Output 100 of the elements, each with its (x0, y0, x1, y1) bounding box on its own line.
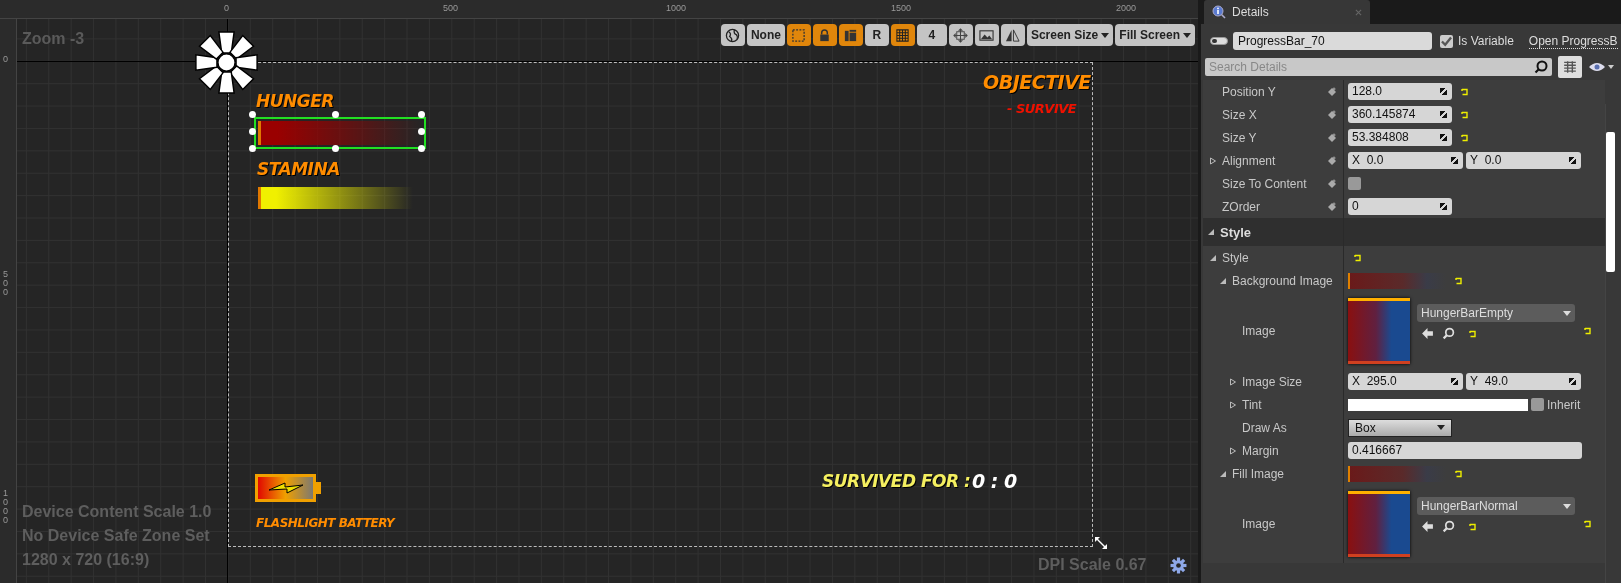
texture-thumbnail[interactable] (1348, 298, 1410, 364)
reset-icon[interactable] (1469, 522, 1477, 531)
expand-arrow-icon[interactable] (1209, 156, 1217, 165)
number-field[interactable]: X 0.0 (1348, 152, 1463, 169)
toolbar-toggle[interactable] (812, 24, 837, 46)
checkbox[interactable] (1531, 398, 1544, 411)
grid-icon (895, 27, 911, 43)
toolbar-toggle[interactable] (948, 24, 973, 46)
resize-handle[interactable] (418, 111, 425, 118)
expand-arrow-icon[interactable] (1229, 377, 1237, 386)
layout-icon (843, 27, 859, 43)
binding-icon[interactable] (1327, 86, 1337, 97)
number-field[interactable]: X 295.0 (1348, 373, 1463, 390)
toolbar-dropdown[interactable]: None (746, 24, 785, 46)
resize-handle[interactable] (249, 145, 256, 152)
number-field[interactable]: 53.384808 (1348, 129, 1452, 146)
resize-icon[interactable] (1093, 535, 1109, 551)
bar-label: STAMINA (257, 159, 340, 179)
property-label: Size X (1222, 107, 1257, 122)
texture-thumbnail[interactable] (1348, 491, 1410, 557)
number-field[interactable]: Y 49.0 (1466, 373, 1581, 390)
toolbar-toggle[interactable] (838, 24, 863, 46)
property-label: Image (1242, 517, 1276, 531)
arrow-left-icon[interactable] (1421, 327, 1434, 340)
property-label: ZOrder (1222, 199, 1260, 214)
property-label: Margin (1242, 443, 1279, 458)
timer-label: SURVIVED FOR : (822, 471, 971, 491)
info-text: No Device Safe Zone Set (22, 526, 211, 545)
search-icon[interactable] (1442, 520, 1455, 533)
reset-icon[interactable] (1354, 253, 1362, 262)
search-icon[interactable] (1442, 327, 1455, 340)
collapse-arrow-icon[interactable] (1219, 469, 1227, 478)
expand-arrow-icon[interactable] (1229, 446, 1237, 455)
reset-icon[interactable] (1469, 329, 1477, 338)
asset-dropdown[interactable]: HungerBarEmpty (1417, 304, 1575, 322)
reset-icon[interactable] (1584, 327, 1592, 335)
ruler-label: 0 (3, 55, 9, 64)
property-label: Style (1220, 224, 1252, 240)
binding-icon[interactable] (1327, 178, 1337, 189)
toolbar-dropdown[interactable]: 4 (916, 24, 947, 46)
expand-arrow-icon[interactable] (1229, 400, 1237, 409)
reset-icon[interactable] (1461, 110, 1469, 119)
resize-handle[interactable] (332, 111, 339, 118)
asset-dropdown[interactable]: HungerBarNormal (1417, 497, 1575, 515)
collapse-arrow-icon[interactable] (1219, 276, 1227, 285)
timer-value: 0 : 0 (972, 470, 1017, 492)
details-tab[interactable]: Details (1204, 0, 1370, 24)
designer-canvas[interactable] (0, 0, 1198, 583)
eye-icon[interactable] (1588, 61, 1614, 73)
toolbar-toggle[interactable] (890, 24, 915, 46)
toolbar-toggle[interactable] (786, 24, 811, 46)
toolbar-toggle[interactable]: R (864, 24, 889, 46)
reset-icon[interactable] (1461, 133, 1469, 142)
toolbar-toggle[interactable] (1000, 24, 1025, 46)
mirror-icon (1005, 27, 1021, 43)
collapse-arrow-icon[interactable] (1209, 253, 1217, 262)
info-icon (1212, 5, 1226, 19)
info-text: 1280 x 720 (16:9) (22, 550, 151, 569)
binding-icon[interactable] (1327, 201, 1337, 212)
number-field[interactable]: 128.0 (1348, 83, 1452, 100)
battery-label: FLASHLIGHT BATTERY (256, 516, 395, 530)
resize-handle[interactable] (249, 111, 256, 118)
toolbar-toggle[interactable] (720, 24, 745, 46)
binding-icon[interactable] (1327, 155, 1337, 166)
settings-icon[interactable] (1170, 557, 1187, 574)
color-swatch[interactable] (1348, 398, 1528, 411)
resize-handle[interactable] (332, 145, 339, 152)
toolbar-dropdown[interactable]: Fill Screen (1115, 24, 1195, 46)
binding-icon[interactable] (1327, 132, 1337, 143)
scrollbar-thumb[interactable] (1606, 132, 1615, 272)
widget-name-field[interactable]: ProgressBar_70 (1233, 32, 1432, 50)
list-icon (1563, 60, 1577, 74)
resize-handle[interactable] (249, 128, 256, 135)
number-field[interactable]: Y 0.0 (1466, 152, 1581, 169)
toolbar-dropdown[interactable]: Screen Size (1026, 24, 1114, 46)
checkbox[interactable] (1440, 34, 1453, 48)
resize-handle[interactable] (418, 145, 425, 152)
open-link[interactable]: Open ProgressB (1528, 33, 1618, 49)
number-field[interactable]: 360.145874 (1348, 106, 1452, 123)
reset-icon[interactable] (1461, 87, 1469, 96)
caret-icon (1183, 32, 1191, 38)
anchor-icon[interactable] (194, 30, 259, 95)
number-field[interactable]: 0 (1348, 198, 1452, 215)
property-label: Style (1222, 250, 1249, 265)
reset-icon[interactable] (1455, 469, 1463, 478)
number-field[interactable]: 0.416667 (1348, 442, 1582, 459)
arrow-left-icon[interactable] (1421, 520, 1434, 533)
draw-as-dropdown[interactable]: Box (1348, 418, 1452, 437)
reset-icon[interactable] (1455, 276, 1463, 285)
binding-icon[interactable] (1327, 109, 1337, 120)
image-icon (979, 27, 995, 43)
progress-bar-icon (1210, 37, 1228, 45)
property-label: Image (1242, 324, 1276, 338)
collapse-arrow-icon[interactable] (1207, 228, 1215, 236)
toolbar-toggle[interactable] (974, 24, 999, 46)
resize-handle[interactable] (418, 128, 425, 135)
property-label: Background Image (1232, 273, 1333, 288)
reset-icon[interactable] (1584, 520, 1592, 528)
checkbox[interactable] (1348, 177, 1361, 190)
view-options-button[interactable] (1558, 56, 1582, 78)
